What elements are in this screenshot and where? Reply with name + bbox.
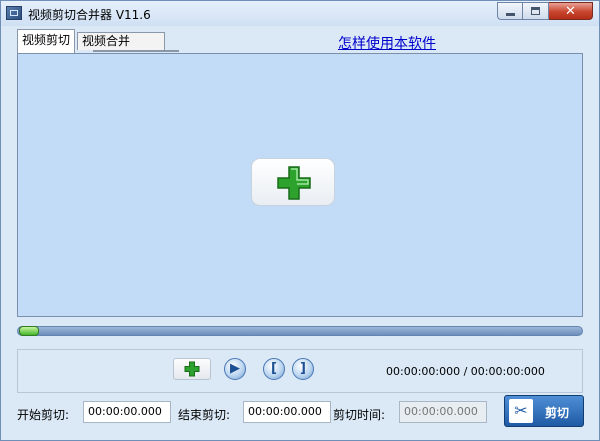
play-button[interactable]: ▶ xyxy=(224,358,246,380)
end-cut-field[interactable]: 00:00:00.000 xyxy=(243,401,331,423)
tab-divider xyxy=(93,50,179,52)
video-progress-slider[interactable] xyxy=(17,326,583,336)
close-icon: ✕ xyxy=(565,4,576,19)
play-icon: ▶ xyxy=(230,361,240,376)
cut-button[interactable]: ✂ 剪切 xyxy=(504,395,584,427)
maximize-icon xyxy=(531,7,540,15)
maximize-button[interactable] xyxy=(523,2,549,20)
bracket-left-icon: [ xyxy=(271,361,277,376)
end-cut-label: 结束剪切: xyxy=(178,408,231,422)
minimize-button[interactable] xyxy=(497,2,523,20)
cut-duration-label: 剪切时间: xyxy=(333,408,386,422)
help-link[interactable]: 怎样使用本软件 xyxy=(338,33,436,53)
small-plus-icon xyxy=(184,361,200,377)
playback-controls: ▶ [ ] 00:00:00:000 / 00:00:00:000 xyxy=(17,349,583,393)
progress-thumb[interactable] xyxy=(19,326,39,336)
cut-duration-field: 00:00:00.000 xyxy=(399,401,487,423)
mark-end-button[interactable]: ] xyxy=(292,358,314,380)
tab-video-cut[interactable]: 视频剪切 xyxy=(17,29,76,53)
scissors-icon: ✂ xyxy=(509,399,533,423)
plus-icon xyxy=(277,166,311,200)
tab-video-merge[interactable]: 视频合并 xyxy=(77,32,165,50)
start-cut-label: 开始剪切: xyxy=(17,408,70,422)
time-readout: 00:00:00:000 / 00:00:00:000 xyxy=(386,365,545,378)
film-app-icon xyxy=(6,6,22,20)
minimize-icon xyxy=(506,13,515,16)
video-preview-area[interactable] xyxy=(17,53,583,317)
cut-button-label: 剪切 xyxy=(545,406,570,420)
app-window: 视频剪切合并器 V11.6 ✕ 视频剪切 视频合并 怎样使用本软件 ▶ [] … xyxy=(0,0,600,441)
window-title: 视频剪切合并器 V11.6 xyxy=(28,8,151,22)
add-video-button[interactable] xyxy=(251,158,335,206)
window-controls: ✕ xyxy=(497,2,593,20)
add-file-button[interactable] xyxy=(173,358,211,380)
close-button[interactable]: ✕ xyxy=(549,2,593,20)
mark-start-button[interactable]: [ xyxy=(263,358,285,380)
bracket-right-icon: ] xyxy=(300,361,306,376)
start-cut-field[interactable]: 00:00:00.000 xyxy=(83,401,171,423)
title-bar[interactable]: 视频剪切合并器 V11.6 ✕ xyxy=(1,1,599,26)
